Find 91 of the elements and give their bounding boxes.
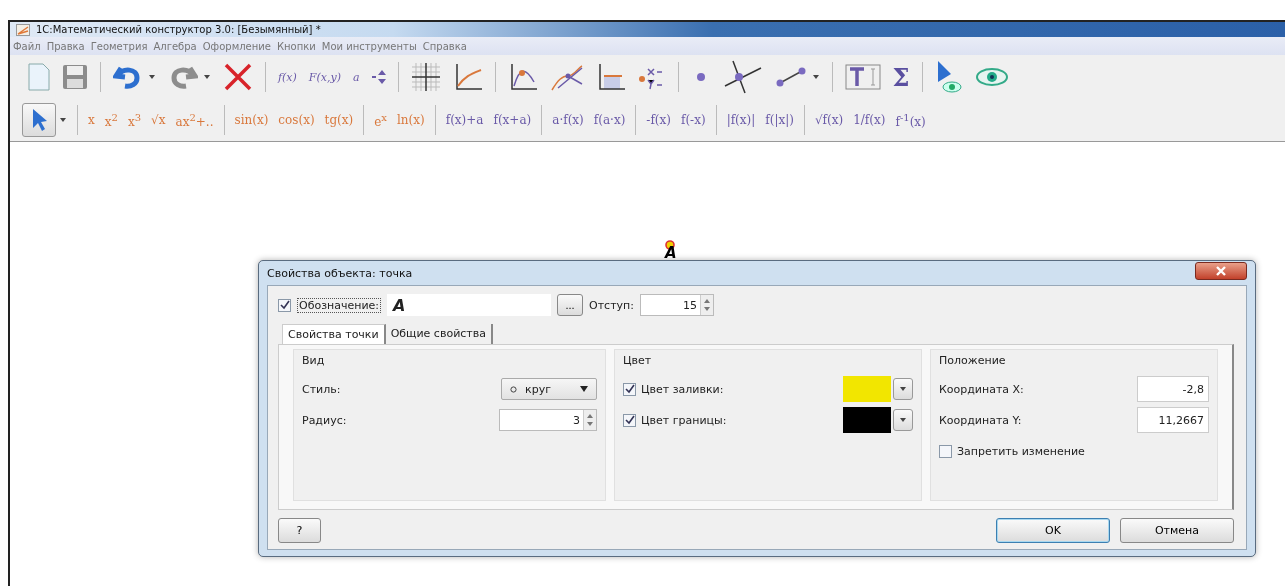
function-button[interactable]: f(x)+a — [445, 113, 484, 127]
style-label: Стиль: — [302, 382, 341, 396]
style-dropdown[interactable]: круг — [501, 378, 597, 400]
close-icon — [1216, 266, 1226, 276]
function-button[interactable]: ln(x) — [397, 113, 425, 127]
function-button[interactable]: 1/f(x) — [853, 113, 886, 127]
group-title: Цвет — [623, 354, 653, 367]
cancel-button[interactable]: Отмена — [1120, 518, 1234, 543]
app-icon — [16, 23, 30, 36]
checkbox[interactable] — [278, 298, 291, 312]
x-coordinate-label: Координата X: — [939, 382, 1024, 396]
close-button[interactable] — [1195, 262, 1247, 280]
function-button[interactable]: tg(x) — [324, 113, 354, 127]
grid-icon[interactable] — [410, 62, 441, 92]
y-coordinate-field[interactable]: 11,2667 — [1137, 407, 1209, 433]
spin-arrows-icon[interactable] — [371, 69, 386, 85]
caret-icon — [580, 386, 588, 392]
spin-arrows-icon[interactable] — [700, 295, 713, 315]
lock-label: Запретить изменение — [957, 444, 1085, 458]
radius-label: Радиус: — [302, 413, 347, 427]
function-button[interactable]: sin(x) — [234, 113, 269, 127]
delete-icon[interactable] — [223, 63, 253, 91]
save-icon[interactable] — [62, 64, 88, 90]
dropdown-button[interactable] — [893, 378, 913, 400]
menu-item[interactable]: Алгебра — [153, 40, 197, 52]
checkbox[interactable] — [939, 444, 952, 458]
function-button[interactable]: f(a·x) — [593, 113, 626, 127]
caret-icon — [899, 417, 907, 423]
offset-spinbox[interactable]: 15 — [640, 294, 714, 316]
browse-button[interactable]: ... — [557, 294, 584, 316]
designation-field[interactable]: A — [387, 294, 552, 316]
group-title: Вид — [302, 354, 326, 367]
parameter-button[interactable]: a — [353, 70, 360, 84]
group-title: Положение — [939, 354, 1007, 367]
function-button[interactable]: e$^{x}$ — [374, 111, 387, 129]
help-button[interactable]: ? — [278, 518, 321, 543]
segment-icon[interactable] — [774, 67, 807, 87]
checkbox[interactable] — [623, 413, 636, 427]
function-button[interactable]: -f(x) — [646, 113, 671, 127]
menu-item[interactable]: Файл — [13, 40, 41, 52]
function-button[interactable]: x — [88, 113, 95, 127]
radius-spinbox[interactable]: 3 — [499, 409, 597, 431]
y-coordinate-label: Координата Y: — [939, 413, 1022, 427]
color-swatch[interactable] — [843, 407, 891, 433]
spin-arrows-icon[interactable] — [583, 410, 596, 430]
menu-item[interactable]: Геометрия — [90, 40, 148, 52]
dropdown-button[interactable] — [893, 409, 913, 431]
sum-button[interactable]: Σ — [892, 62, 910, 92]
caret-icon[interactable] — [811, 74, 820, 80]
menu-item[interactable]: Справка — [422, 40, 467, 52]
caret-icon — [899, 386, 907, 392]
function-button[interactable]: f$^{-1}$(x) — [895, 111, 926, 129]
function-button[interactable]: ax$^{2}$+.. — [175, 111, 214, 129]
function-button[interactable]: f(x) — [278, 70, 297, 84]
function-button[interactable]: f(x+a) — [493, 113, 532, 127]
select-tool-button[interactable] — [22, 103, 56, 137]
window-title: 1С:Математический конструктор 3.0: [Безымянный] * — [36, 24, 321, 35]
color-label: Цвет заливки: — [641, 382, 724, 396]
caret-icon[interactable] — [148, 74, 156, 80]
function-button[interactable]: f(|x|) — [765, 113, 794, 127]
menu-item[interactable]: Кнопки — [276, 40, 316, 52]
menu-item[interactable]: Правка — [46, 40, 85, 52]
caret-icon[interactable] — [203, 74, 211, 80]
tab[interactable]: Свойства точки — [282, 324, 386, 344]
point-label: A — [665, 246, 677, 261]
intersection-icon[interactable] — [722, 60, 763, 94]
dialog-title: Свойства объекта: точка — [267, 266, 413, 280]
eye-icon[interactable] — [974, 67, 1009, 87]
function-button[interactable]: √x — [151, 113, 166, 127]
designation-label[interactable]: Обозначение: — [297, 297, 382, 313]
pointer-icon — [30, 108, 48, 132]
function-button[interactable]: √f(x) — [814, 113, 844, 127]
checkbox[interactable] — [623, 382, 636, 396]
x-coordinate-field[interactable]: -2,8 — [1137, 376, 1209, 402]
function-button[interactable]: cos(x) — [278, 113, 315, 127]
function-button[interactable]: |f(x)| — [726, 113, 756, 127]
function-button[interactable]: a·f(x) — [552, 113, 584, 127]
function-button[interactable]: f(-x) — [681, 113, 706, 127]
ok-button[interactable]: OK — [996, 518, 1110, 543]
circle-icon — [510, 385, 517, 393]
color-label: Цвет границы: — [641, 413, 727, 427]
caret-icon[interactable] — [59, 117, 67, 123]
text-tool-icon[interactable] — [844, 64, 881, 90]
color-swatch[interactable] — [843, 376, 891, 402]
tangent-icon[interactable] — [549, 62, 584, 92]
offset-label: Отступ: — [589, 298, 634, 312]
menu-item[interactable]: Оформление — [202, 40, 271, 52]
function-button[interactable]: x$^{2}$ — [104, 111, 118, 129]
function-button[interactable]: x$^{3}$ — [127, 111, 142, 129]
menu-item[interactable]: Мои инструменты — [321, 40, 417, 52]
function-button[interactable]: F(x,y) — [308, 70, 341, 84]
